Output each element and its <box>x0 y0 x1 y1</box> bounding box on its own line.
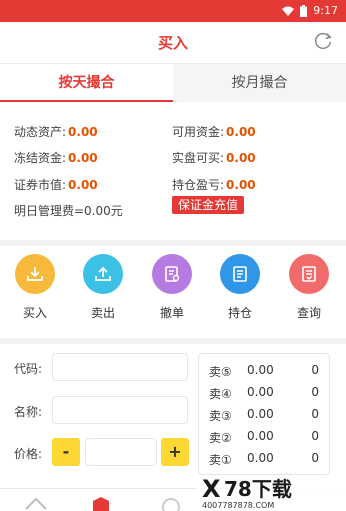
site-watermark: X 78下载 4007787878.COM <box>196 476 346 511</box>
upload-tray-icon <box>83 254 123 294</box>
quote-row: 卖③ 0.00 0 <box>209 407 319 427</box>
buy-label: 买入 <box>22 306 47 320</box>
header: 买入 <box>0 22 346 62</box>
quote-row: 卖⑤ 0.00 0 <box>209 363 319 383</box>
quote-price: 0.00 <box>247 407 274 421</box>
cancel-order-icon <box>152 254 192 294</box>
price-increase-button[interactable]: + <box>161 438 189 466</box>
deposit-recharge-button[interactable]: 保证金充值 <box>172 196 244 214</box>
sell-action[interactable]: 卖出 <box>73 254 133 321</box>
available-funds: 可用资金: 0.00 <box>172 123 256 140</box>
quote-level: 卖① <box>209 453 232 467</box>
position-pnl: 持仓盈亏: 0.00 <box>172 176 256 193</box>
position-label: 持仓 <box>227 306 252 320</box>
buyable-value: 0.00 <box>226 151 256 165</box>
code-label: 代码: <box>14 362 43 376</box>
quote-level: 卖④ <box>209 387 232 401</box>
dynamic-assets-label: 动态资产: <box>14 125 67 139</box>
query-action[interactable]: 查询 <box>279 254 339 321</box>
query-icon <box>289 254 329 294</box>
market-icon[interactable] <box>160 495 182 511</box>
dynamic-assets: 动态资产: 0.00 <box>14 123 98 140</box>
market-value-label: 证券市值: <box>14 178 67 192</box>
available-funds-value: 0.00 <box>226 125 256 139</box>
page-title: 买入 <box>157 34 188 52</box>
quote-volume: 0 <box>311 429 319 443</box>
management-fee: 明日管理费=0.00元 <box>14 204 123 218</box>
account-summary: 动态资产: 0.00 可用资金: 0.00 冻结资金: 0.00 实盘可买: 0.00 … <box>0 106 346 238</box>
quote-price: 0.00 <box>247 429 274 443</box>
dynamic-assets-value: 0.00 <box>68 125 98 139</box>
position-icon <box>220 254 260 294</box>
price-input[interactable] <box>85 438 157 466</box>
price-label: 价格: <box>14 447 43 461</box>
svg-text:X: X <box>202 476 221 503</box>
cancel-order-label: 撤单 <box>159 306 184 320</box>
quote-level: 卖② <box>209 431 232 445</box>
quote-row: 卖② 0.00 0 <box>209 429 319 449</box>
position-pnl-value: 0.00 <box>226 178 256 192</box>
section-divider-2 <box>0 338 346 344</box>
frozen-funds-label: 冻结资金: <box>14 151 67 165</box>
quote-level: 卖③ <box>209 409 232 423</box>
match-mode-tabs: 按天撮合 按月撮合 <box>0 64 346 102</box>
quote-price: 0.00 <box>247 451 274 465</box>
position-action[interactable]: 持仓 <box>210 254 270 321</box>
watermark-brand: 78下载 <box>224 477 292 501</box>
name-input[interactable] <box>52 396 188 424</box>
quote-row: 卖① 0.00 0 <box>209 451 319 471</box>
battery-icon <box>300 4 308 17</box>
status-time: 9:17 <box>313 4 338 17</box>
query-label: 查询 <box>296 306 321 320</box>
quote-row: 卖④ 0.00 0 <box>209 385 319 405</box>
quote-volume: 0 <box>311 385 319 399</box>
refresh-icon[interactable] <box>312 30 334 52</box>
name-label: 名称: <box>14 405 43 419</box>
position-pnl-label: 持仓盈亏: <box>172 178 225 192</box>
download-tray-icon <box>15 254 55 294</box>
buyable-amount: 实盘可买: 0.00 <box>172 149 256 166</box>
price-decrease-button[interactable]: - <box>52 438 80 466</box>
home-icon[interactable] <box>24 495 48 511</box>
sell-label: 卖出 <box>90 306 115 320</box>
watermark-url: 4007787878.COM <box>202 501 274 510</box>
available-funds-label: 可用资金: <box>172 125 225 139</box>
wifi-icon <box>282 6 295 16</box>
tab-daily-match[interactable]: 按天撮合 <box>0 64 173 102</box>
buyable-label: 实盘可买: <box>172 151 225 165</box>
tab-monthly-match[interactable]: 按月撮合 <box>173 64 346 102</box>
cancel-order-action[interactable]: 撤单 <box>142 254 202 321</box>
quote-price: 0.00 <box>247 363 274 377</box>
sell-quotes-panel: 卖⑤ 0.00 0 卖④ 0.00 0 卖③ 0.00 0 卖② 0.00 0 … <box>198 353 330 475</box>
trade-icon[interactable] <box>90 495 112 511</box>
frozen-funds-value: 0.00 <box>68 151 98 165</box>
quote-price: 0.00 <box>247 385 274 399</box>
code-input[interactable] <box>52 353 188 381</box>
buy-action[interactable]: 买入 <box>5 254 65 321</box>
trade-actions: 买入 卖出 撤单 持仓 查询 <box>0 246 346 338</box>
quote-volume: 0 <box>311 407 319 421</box>
quote-volume: 0 <box>311 363 319 377</box>
frozen-funds: 冻结资金: 0.00 <box>14 149 98 166</box>
status-bar: 9:17 <box>0 0 346 22</box>
quote-volume: 0 <box>311 451 319 465</box>
market-value-value: 0.00 <box>68 178 98 192</box>
market-value: 证券市值: 0.00 <box>14 176 98 193</box>
quote-level: 卖⑤ <box>209 365 232 379</box>
